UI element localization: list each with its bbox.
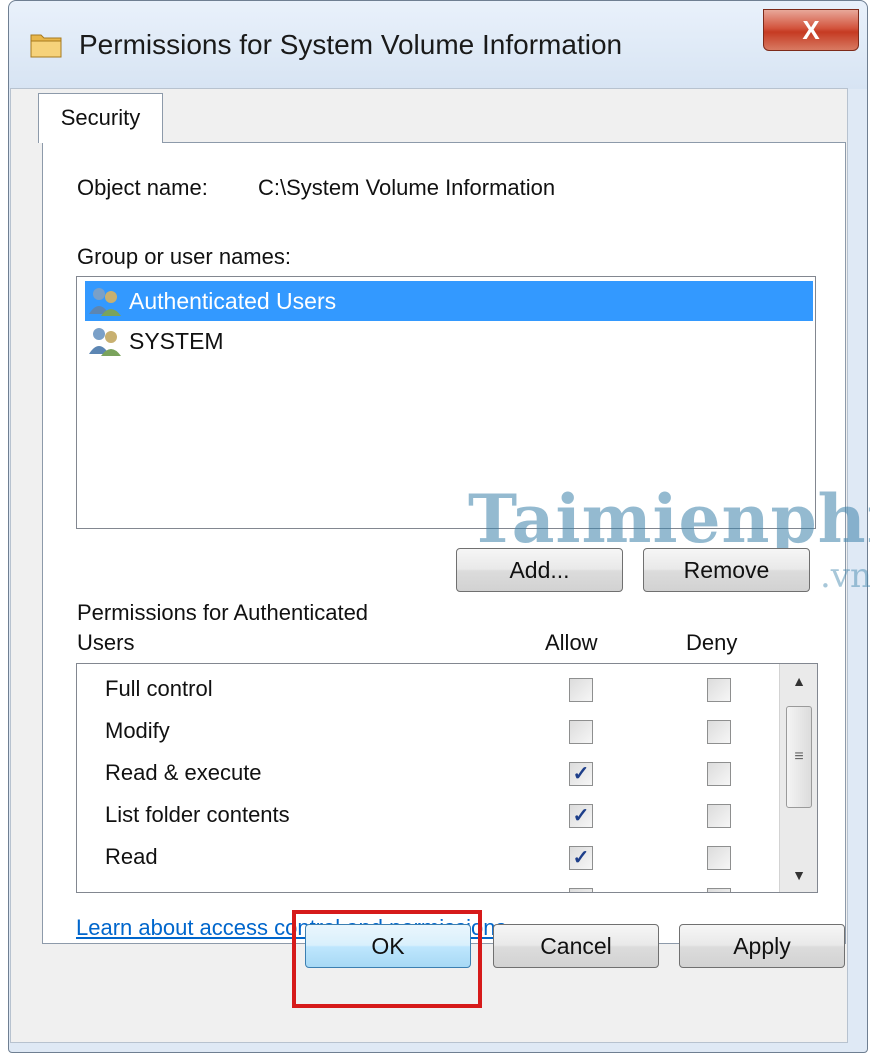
window-title: Permissions for System Volume Informatio… (79, 29, 623, 60)
vertical-scrollbar[interactable]: ▲ ≡ ▼ (779, 664, 817, 892)
scroll-up-arrow-icon[interactable]: ▲ (780, 666, 817, 696)
remove-button[interactable]: Remove (643, 548, 810, 592)
allow-checkbox[interactable] (569, 678, 593, 702)
deny-checkbox[interactable] (707, 762, 731, 786)
cancel-button[interactable]: Cancel (493, 924, 659, 968)
deny-checkbox[interactable] (707, 888, 731, 892)
deny-checkbox[interactable] (707, 678, 731, 702)
permission-name: Full control (105, 676, 213, 701)
object-name-value: C:\System Volume Information (258, 175, 556, 200)
watermark-logo: Taimienphi (468, 480, 870, 558)
permissions-header-cont: Users (77, 630, 135, 655)
deny-column-header: Deny (686, 630, 738, 655)
deny-checkbox[interactable] (707, 804, 731, 828)
group-user-label: Group or user names: (77, 244, 291, 269)
table-row: List folder contents ✓ (77, 796, 777, 836)
close-button[interactable]: X (763, 9, 859, 51)
add-button[interactable]: Add... (456, 548, 623, 592)
allow-checkbox[interactable]: ✓ (569, 846, 593, 870)
table-row: Modify (77, 712, 777, 752)
watermark-logo-suffix: .vn (820, 556, 870, 596)
permission-name: Read (105, 844, 158, 869)
table-row: Read ✓ (77, 838, 777, 878)
permission-name: List folder contents (105, 802, 290, 827)
object-name-label: Object name: (77, 175, 208, 200)
users-group-icon (89, 328, 121, 356)
allow-column-header: Allow (545, 630, 598, 655)
permission-name: Read & execute (105, 760, 262, 785)
permissions-list[interactable]: Full control Modify Read & execute ✓ Lis… (76, 663, 818, 893)
tab-security[interactable]: Security (38, 93, 163, 143)
folder-icon (30, 34, 62, 58)
list-item-system[interactable]: SYSTEM (85, 321, 813, 361)
deny-checkbox[interactable] (707, 846, 731, 870)
scroll-down-arrow-icon[interactable]: ▼ (780, 860, 817, 890)
list-item-authenticated-users[interactable]: Authenticated Users (85, 281, 813, 321)
table-row: Read & execute ✓ (77, 754, 777, 794)
table-row: Full control (77, 670, 777, 710)
permissions-header: Permissions for Authenticated (77, 600, 369, 625)
allow-checkbox[interactable]: ✓ (569, 804, 593, 828)
table-row-partial (77, 880, 777, 892)
allow-checkbox[interactable] (569, 720, 593, 744)
scroll-thumb[interactable]: ≡ (786, 706, 812, 808)
permission-name: Modify (105, 718, 170, 743)
allow-checkbox[interactable]: ✓ (569, 762, 593, 786)
user-name: SYSTEM (129, 327, 224, 354)
user-name: Authenticated Users (125, 285, 341, 317)
deny-checkbox[interactable] (707, 720, 731, 744)
ok-highlight-box (292, 910, 482, 1008)
apply-button[interactable]: Apply (679, 924, 845, 968)
title-bar[interactable]: Permissions for System Volume Informatio… (9, 1, 867, 89)
allow-checkbox[interactable] (569, 888, 593, 892)
users-group-icon (89, 288, 121, 316)
